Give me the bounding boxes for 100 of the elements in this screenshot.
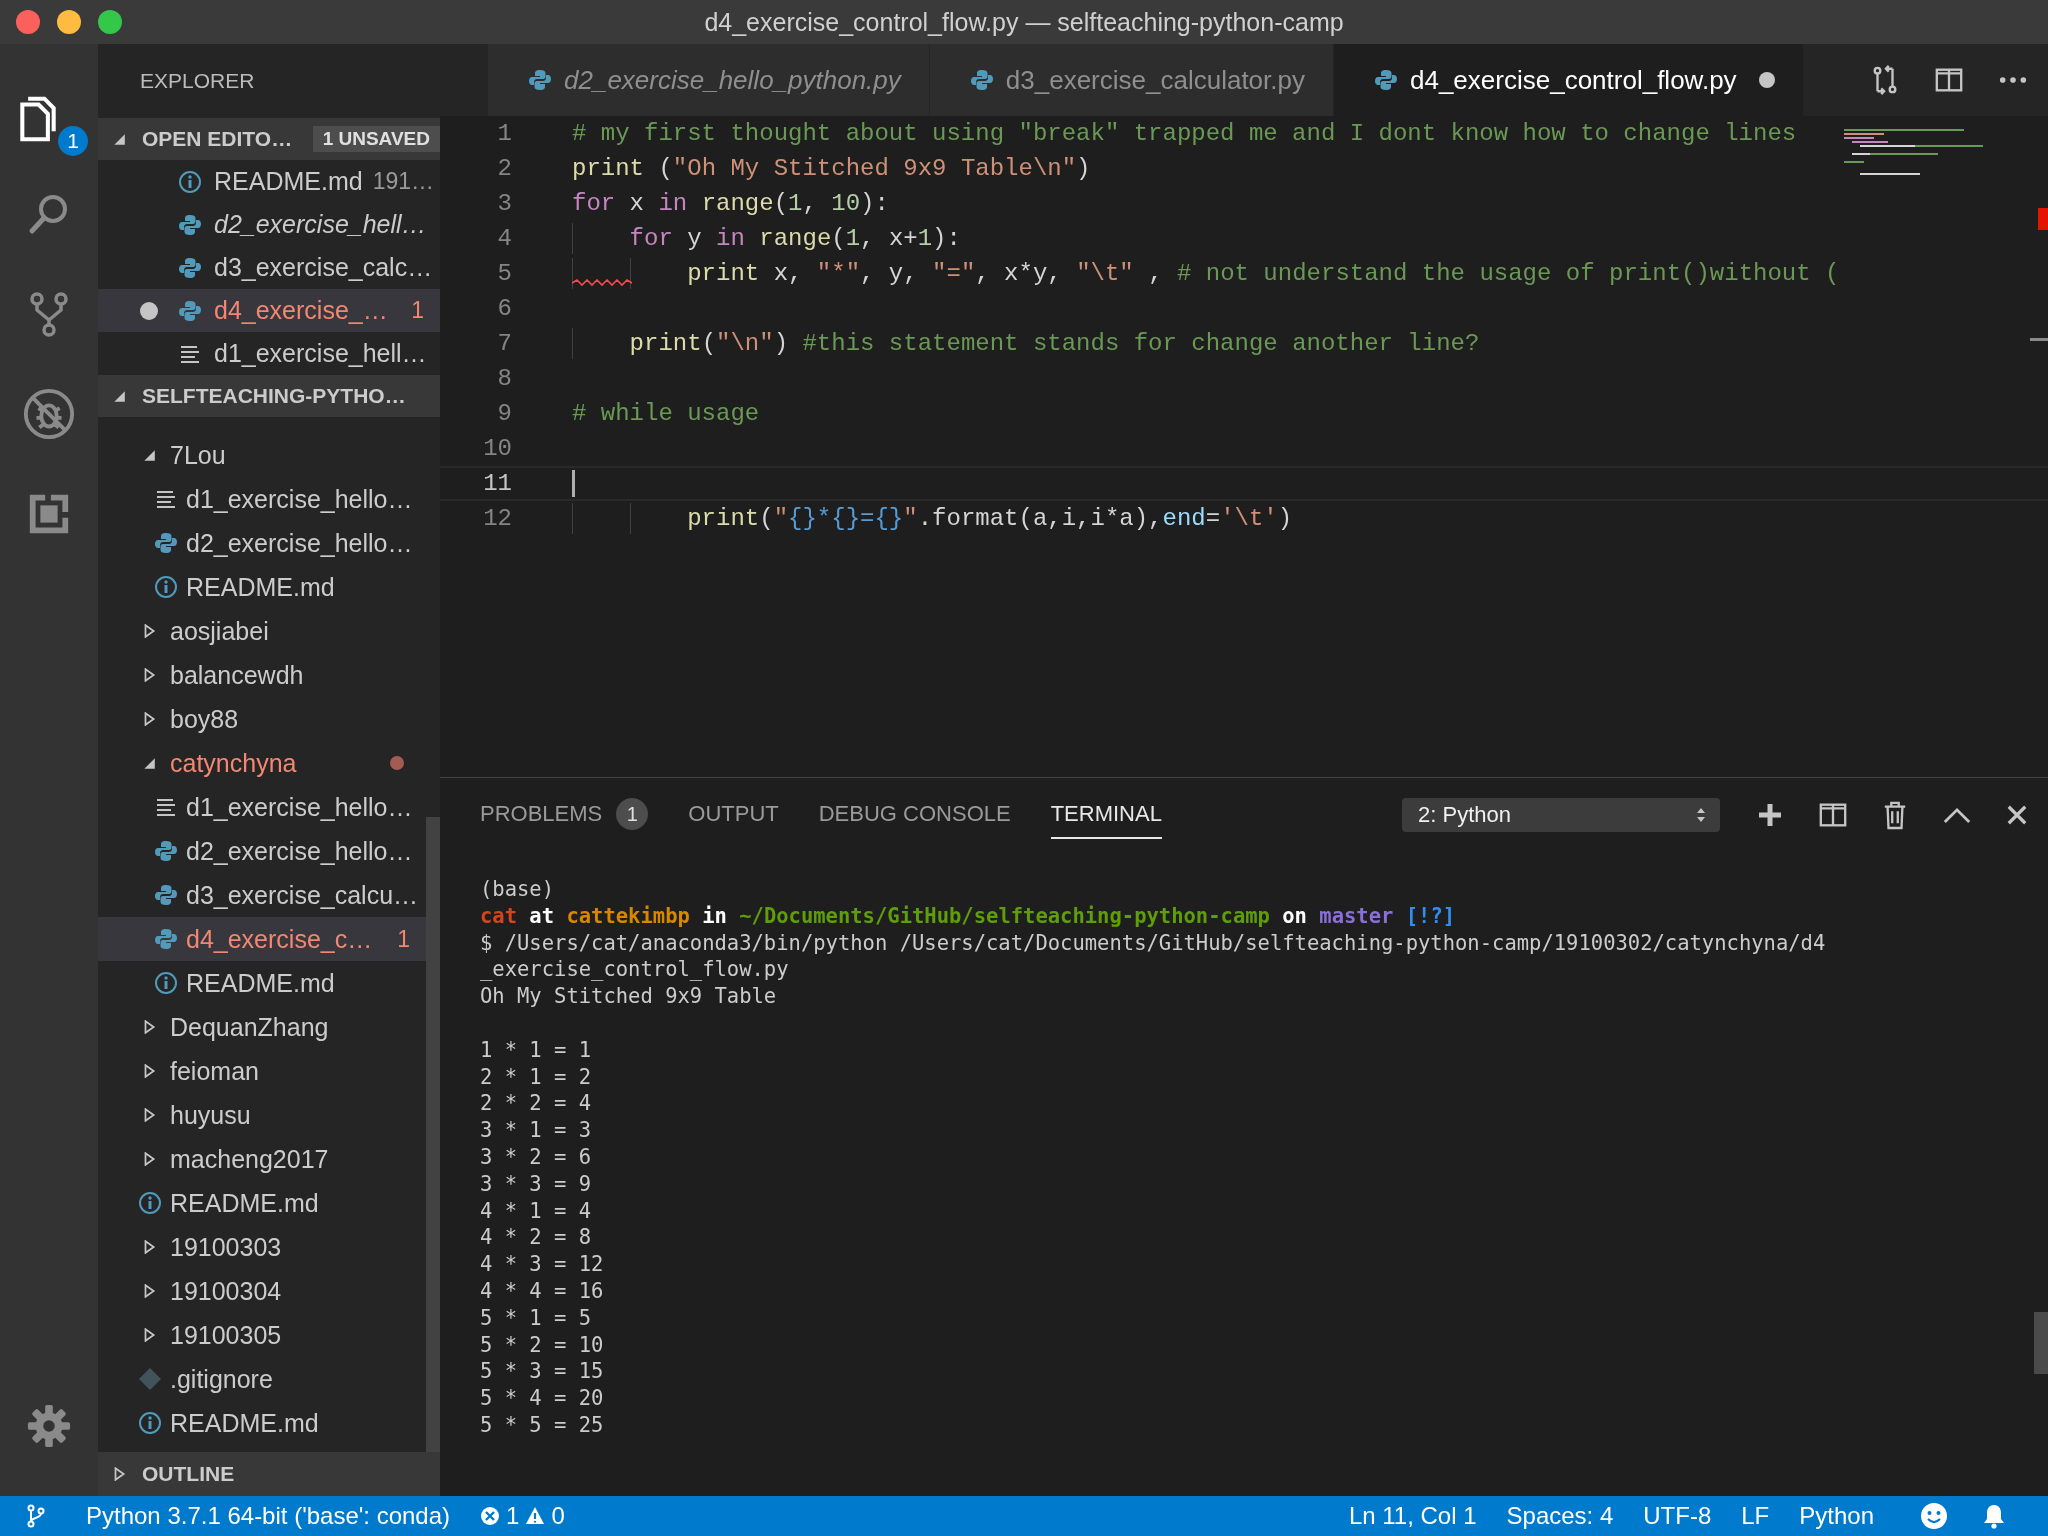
interpreter-status[interactable]: Python 3.7.1 64-bit ('base': conda) <box>86 1502 451 1530</box>
tree-item[interactable]: README.md <box>98 565 426 609</box>
line-number: 2 <box>496 155 512 182</box>
cursor-position[interactable]: Ln 11, Col 1 <box>1348 1502 1477 1530</box>
tree-item[interactable]: README.md <box>98 1181 426 1225</box>
bell-icon[interactable] <box>1982 1503 2006 1529</box>
panel-tab[interactable]: TERMINAL <box>1050 791 1162 839</box>
code-line: print("{}*{}={}".format(a,i,i*a),end='\t') <box>686 505 1293 532</box>
up-down-arrows-icon <box>1696 807 1706 823</box>
error-marker <box>2038 208 2048 230</box>
tree-item[interactable]: README.md <box>98 961 426 1005</box>
terminal-line: 3 * 2 = 6 <box>480 1143 593 1171</box>
text-cursor <box>572 470 575 497</box>
info-icon <box>154 575 178 599</box>
file-name: huyusu <box>170 1100 251 1130</box>
add-icon[interactable] <box>1756 801 1784 829</box>
tree-item[interactable]: macheng2017 <box>98 1137 426 1181</box>
open-editor-item[interactable]: d2_exercise_hell… <box>98 203 440 246</box>
tree-item[interactable]: boy88 <box>98 697 426 741</box>
panel-tab[interactable]: OUTPUT <box>688 791 779 839</box>
open-editor-item[interactable]: README.md 191… <box>98 160 440 203</box>
line-number: 11 <box>482 470 512 497</box>
line-number: 1 <box>496 120 512 147</box>
terminal-line: 5 * 4 = 20 <box>480 1385 605 1412</box>
file-name: README.md <box>214 167 363 196</box>
folder-header[interactable]: SELFTEACHING-PYTHO… <box>98 375 440 417</box>
more-icon[interactable] <box>1998 75 2028 85</box>
tree-item[interactable]: .gitignore <box>98 1357 426 1401</box>
close-icon[interactable] <box>2006 804 2028 826</box>
editor-tab[interactable]: d2_exercise_hello_python.py <box>488 44 930 116</box>
zoom-window-button[interactable] <box>98 10 122 34</box>
code-line: for x in range(1, 10): <box>572 190 889 217</box>
branch-icon[interactable] <box>26 1504 46 1528</box>
debug-icon[interactable] <box>22 387 76 441</box>
file-name: boy88 <box>170 704 239 734</box>
terminal-line: 4 * 1 = 4 <box>480 1197 593 1225</box>
tree-item[interactable]: README.md <box>98 1401 426 1445</box>
editor-tab[interactable]: d4_exercise_control_flow.py <box>1334 44 1804 116</box>
file-name: d2_exercise_hello… <box>186 836 413 866</box>
scrollbar-thumb[interactable] <box>2034 1312 2048 1374</box>
settings-icon[interactable] <box>26 1403 72 1449</box>
open-editor-item[interactable]: d4_exercise_… 1 <box>98 289 440 332</box>
problem-dot <box>390 756 404 770</box>
tree-item[interactable]: d1_exercise_hello… <box>98 785 426 829</box>
terminal-line: 2 * 1 = 2 <box>480 1063 593 1091</box>
indentation-status[interactable]: Spaces: 4 <box>1506 1502 1614 1530</box>
chevron-up-icon[interactable] <box>1942 805 1972 825</box>
scrollbar-thumb[interactable] <box>426 817 440 1452</box>
tree-item[interactable]: aosjiabei <box>98 609 426 653</box>
minimize-window-button[interactable] <box>57 10 81 34</box>
python-file-icon <box>178 212 202 237</box>
line-ending-status[interactable]: LF <box>1741 1502 1770 1530</box>
python-file-icon <box>528 68 552 92</box>
tree-item[interactable]: d4_exercise_c… 1 <box>98 917 426 961</box>
tree-item[interactable]: 19100304 <box>98 1269 426 1313</box>
open-editors-header[interactable]: OPEN EDITO… 1 UNSAVED <box>98 118 440 160</box>
tree-item[interactable]: DequanZhang <box>98 1005 426 1049</box>
tree-item[interactable]: d2_exercise_hello… <box>98 829 426 873</box>
unsaved-dot <box>1758 72 1775 88</box>
outline-header[interactable]: OUTLINE <box>98 1452 440 1496</box>
open-editor-item[interactable]: d1_exercise_hell… <box>98 332 440 375</box>
tree-item[interactable]: 19100305 <box>98 1313 426 1357</box>
info-icon <box>178 169 202 194</box>
file-name: README.md <box>186 968 335 998</box>
tree-item[interactable]: balancewdh <box>98 653 426 697</box>
warning-icon <box>525 1506 546 1526</box>
line-number: 12 <box>482 505 512 532</box>
info-icon <box>138 1411 162 1435</box>
editor-tab[interactable]: d3_exercise_calculator.py <box>929 44 1334 116</box>
tree-item[interactable]: d3_exercise_calcu… <box>98 873 426 917</box>
encoding-status[interactable]: UTF-8 <box>1643 1502 1712 1530</box>
file-path: 191… <box>372 168 434 195</box>
panel-tab[interactable]: DEBUG CONSOLE <box>818 791 1011 839</box>
tree-item[interactable]: 19100303 <box>98 1225 426 1269</box>
terminal-line: (base) <box>480 876 556 903</box>
file-name: d3_exercise_calc… <box>214 253 433 282</box>
language-status[interactable]: Python <box>1799 1502 1874 1530</box>
file-name: 19100304 <box>170 1276 282 1306</box>
panel-tab[interactable]: PROBLEMS 1 <box>480 791 649 839</box>
tree-item[interactable]: feioman <box>98 1049 426 1093</box>
open-editor-item[interactable]: d3_exercise_calc… <box>98 246 440 289</box>
smiley-icon[interactable] <box>1920 1502 1948 1530</box>
trash-icon[interactable] <box>1882 800 1908 830</box>
code-line: print("\n") #this statement stands for change another line? <box>628 330 1480 357</box>
tree-item[interactable]: d1_exercise_hello… <box>98 477 426 521</box>
terminal-dropdown[interactable]: 2: Python <box>1402 798 1720 832</box>
terminal-line: 3 * 1 = 3 <box>480 1117 593 1144</box>
sidebar-title: EXPLORER <box>140 69 255 93</box>
tree-item[interactable]: d2_exercise_hello… <box>98 521 426 565</box>
tree-item[interactable]: catynchyna <box>98 741 426 785</box>
file-name: catynchyna <box>170 748 297 778</box>
unsaved-count: 1 UNSAVED <box>312 126 440 152</box>
tree-item[interactable]: 7Lou <box>98 433 426 477</box>
terminal-line: 4 * 2 = 8 <box>480 1224 593 1252</box>
problems-status[interactable]: 1 0 <box>480 1502 565 1530</box>
files-icon[interactable] <box>20 96 56 142</box>
file-name: aosjiabei <box>170 616 269 646</box>
close-window-button[interactable] <box>16 10 40 34</box>
tree-item[interactable]: huyusu <box>98 1093 426 1137</box>
file-name: macheng2017 <box>170 1144 329 1174</box>
